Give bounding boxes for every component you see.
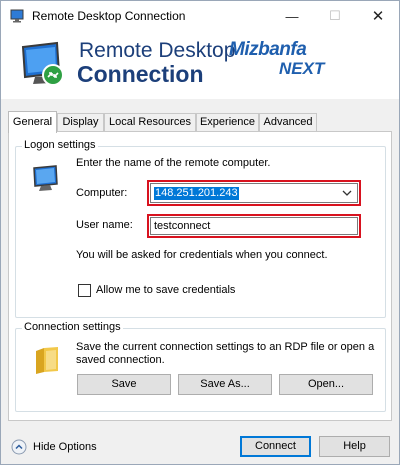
- tab-general[interactable]: General: [8, 111, 57, 133]
- hide-options-label[interactable]: Hide Options: [33, 441, 97, 453]
- watermark-logo: Mizbanfa: [229, 39, 307, 60]
- username-label: User name:: [76, 219, 133, 231]
- window-title: Remote Desktop Connection: [32, 9, 186, 23]
- rdp-window: Remote Desktop Connection — ☐ ✕ Remote D…: [0, 0, 400, 465]
- tab-advanced[interactable]: Advanced: [259, 113, 317, 132]
- close-button[interactable]: ✕: [360, 1, 396, 31]
- connection-description-line1: Save the current connection settings to …: [76, 341, 375, 353]
- username-highlight-box: [147, 214, 361, 238]
- logon-prompt: Enter the name of the remote computer.: [76, 157, 271, 169]
- computer-highlight-box: [147, 180, 361, 206]
- general-tab-panel: Logon settings Enter the name of the rem…: [8, 131, 392, 421]
- connection-description-line2: saved connection.: [76, 354, 165, 366]
- save-credentials-label[interactable]: Allow me to save credentials: [96, 284, 235, 296]
- minimize-button[interactable]: —: [274, 1, 310, 31]
- logon-settings-title: Logon settings: [22, 139, 98, 151]
- tab-display[interactable]: Display: [57, 113, 104, 132]
- title-bar[interactable]: Remote Desktop Connection — ☐ ✕: [1, 1, 399, 31]
- chevron-up-circle-icon[interactable]: [11, 439, 27, 455]
- folder-icon: [36, 347, 58, 374]
- watermark-logo-sub: NEXT: [279, 59, 325, 78]
- tab-experience[interactable]: Experience: [196, 113, 259, 132]
- connection-settings-group: Connection settings Save the current con…: [15, 321, 386, 412]
- banner-title-line2: Connection: [77, 61, 204, 87]
- remote-desktop-icon: [10, 9, 24, 23]
- save-as-button[interactable]: Save As...: [178, 374, 272, 395]
- save-button[interactable]: Save: [77, 374, 171, 395]
- tab-local-resources[interactable]: Local Resources: [104, 113, 196, 132]
- connection-settings-title: Connection settings: [22, 321, 123, 333]
- connect-button[interactable]: Connect: [240, 436, 311, 457]
- banner-title-line1: Remote Desktop: [79, 39, 236, 62]
- banner: Remote Desktop Connection Mizbanfa NEXT: [1, 31, 399, 99]
- open-button[interactable]: Open...: [279, 374, 373, 395]
- credentials-note: You will be asked for credentials when y…: [76, 249, 328, 261]
- maximize-button[interactable]: ☐: [317, 1, 353, 31]
- help-button[interactable]: Help: [319, 436, 390, 457]
- computer-icon: [33, 165, 58, 191]
- computer-label: Computer:: [76, 187, 128, 199]
- logon-settings-group: Logon settings Enter the name of the rem…: [15, 139, 386, 318]
- remote-desktop-logo-icon: [21, 41, 64, 86]
- save-credentials-checkbox[interactable]: [78, 284, 91, 297]
